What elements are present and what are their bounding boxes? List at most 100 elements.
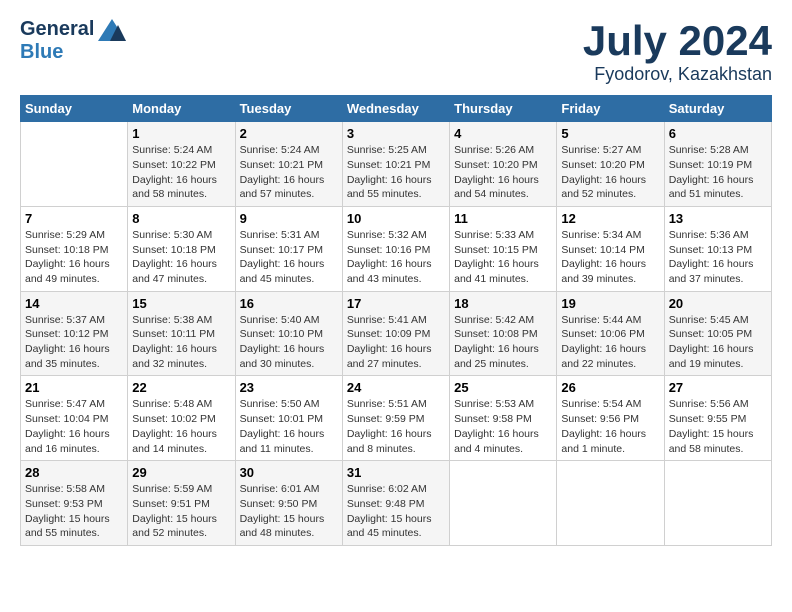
day-cell: 31 Sunrise: 6:02 AM Sunset: 9:48 PM Dayli…: [342, 461, 449, 546]
day-cell: [557, 461, 664, 546]
day-info: Sunrise: 5:42 AM Sunset: 10:08 PM Daylig…: [454, 313, 552, 372]
day-info: Sunrise: 5:41 AM Sunset: 10:09 PM Daylig…: [347, 313, 445, 372]
day-cell: 29 Sunrise: 5:59 AM Sunset: 9:51 PM Dayli…: [128, 461, 235, 546]
day-cell: [21, 122, 128, 207]
day-info: Sunrise: 5:30 AM Sunset: 10:18 PM Daylig…: [132, 228, 230, 287]
col-tuesday: Tuesday: [235, 96, 342, 122]
day-cell: 7 Sunrise: 5:29 AM Sunset: 10:18 PM Dayli…: [21, 206, 128, 291]
day-cell: 17 Sunrise: 5:41 AM Sunset: 10:09 PM Dayl…: [342, 291, 449, 376]
week-row-5: 28 Sunrise: 5:58 AM Sunset: 9:53 PM Dayli…: [21, 461, 772, 546]
day-info: Sunrise: 5:34 AM Sunset: 10:14 PM Daylig…: [561, 228, 659, 287]
day-cell: 1 Sunrise: 5:24 AM Sunset: 10:22 PM Dayli…: [128, 122, 235, 207]
day-cell: 15 Sunrise: 5:38 AM Sunset: 10:11 PM Dayl…: [128, 291, 235, 376]
week-row-4: 21Sunrise: 5:47 AM Sunset: 10:04 PM Dayl…: [21, 376, 772, 461]
logo-general-text: General: [20, 18, 94, 41]
day-cell: 30Sunrise: 6:01 AM Sunset: 9:50 PM Dayli…: [235, 461, 342, 546]
day-info: Sunrise: 5:50 AM Sunset: 10:01 PM Daylig…: [240, 397, 338, 456]
logo-icon: [98, 19, 126, 41]
day-info: Sunrise: 5:53 AM Sunset: 9:58 PM Dayligh…: [454, 397, 552, 456]
day-number: 7: [25, 211, 123, 226]
day-number: 24: [347, 380, 445, 395]
day-info: Sunrise: 5:54 AM Sunset: 9:56 PM Dayligh…: [561, 397, 659, 456]
day-info: Sunrise: 5:38 AM Sunset: 10:11 PM Daylig…: [132, 313, 230, 372]
day-number: 22: [132, 380, 230, 395]
day-number: 1: [132, 126, 230, 141]
calendar-table: Sunday Monday Tuesday Wednesday Thursday…: [20, 95, 772, 546]
day-cell: 19Sunrise: 5:44 AM Sunset: 10:06 PM Dayl…: [557, 291, 664, 376]
day-cell: 13Sunrise: 5:36 AM Sunset: 10:13 PM Dayl…: [664, 206, 771, 291]
day-number: 29: [132, 465, 230, 480]
day-info: Sunrise: 6:02 AM Sunset: 9:48 PM Dayligh…: [347, 482, 445, 541]
day-info: Sunrise: 5:51 AM Sunset: 9:59 PM Dayligh…: [347, 397, 445, 456]
day-cell: 25Sunrise: 5:53 AM Sunset: 9:58 PM Dayli…: [450, 376, 557, 461]
day-number: 17: [347, 296, 445, 311]
logo-blue-text: Blue: [20, 41, 63, 64]
day-info: Sunrise: 5:24 AM Sunset: 10:22 PM Daylig…: [132, 143, 230, 202]
week-row-3: 14 Sunrise: 5:37 AM Sunset: 10:12 PM Dayl…: [21, 291, 772, 376]
day-cell: 4 Sunrise: 5:26 AM Sunset: 10:20 PM Dayli…: [450, 122, 557, 207]
col-saturday: Saturday: [664, 96, 771, 122]
day-cell: 11 Sunrise: 5:33 AM Sunset: 10:15 PM Dayl…: [450, 206, 557, 291]
day-number: 27: [669, 380, 767, 395]
day-number: 4: [454, 126, 552, 141]
day-number: 31: [347, 465, 445, 480]
day-number: 14: [25, 296, 123, 311]
day-info: Sunrise: 5:48 AM Sunset: 10:02 PM Daylig…: [132, 397, 230, 456]
day-cell: 16Sunrise: 5:40 AM Sunset: 10:10 PM Dayl…: [235, 291, 342, 376]
day-info: Sunrise: 5:26 AM Sunset: 10:20 PM Daylig…: [454, 143, 552, 202]
day-info: Sunrise: 5:24 AM Sunset: 10:21 PM Daylig…: [240, 143, 338, 202]
day-info: Sunrise: 5:31 AM Sunset: 10:17 PM Daylig…: [240, 228, 338, 287]
day-number: 6: [669, 126, 767, 141]
day-number: 23: [240, 380, 338, 395]
day-cell: 21Sunrise: 5:47 AM Sunset: 10:04 PM Dayl…: [21, 376, 128, 461]
page: General Blue July 2024 Fyodorov, Kazakhs…: [0, 0, 792, 556]
day-number: 20: [669, 296, 767, 311]
logo: General Blue: [20, 18, 126, 64]
day-info: Sunrise: 5:27 AM Sunset: 10:20 PM Daylig…: [561, 143, 659, 202]
day-info: Sunrise: 5:47 AM Sunset: 10:04 PM Daylig…: [25, 397, 123, 456]
day-cell: 6 Sunrise: 5:28 AM Sunset: 10:19 PM Dayli…: [664, 122, 771, 207]
day-info: Sunrise: 5:58 AM Sunset: 9:53 PM Dayligh…: [25, 482, 123, 541]
day-info: Sunrise: 5:59 AM Sunset: 9:51 PM Dayligh…: [132, 482, 230, 541]
col-sunday: Sunday: [21, 96, 128, 122]
col-friday: Friday: [557, 96, 664, 122]
day-info: Sunrise: 5:37 AM Sunset: 10:12 PM Daylig…: [25, 313, 123, 372]
col-wednesday: Wednesday: [342, 96, 449, 122]
header-row: Sunday Monday Tuesday Wednesday Thursday…: [21, 96, 772, 122]
day-number: 28: [25, 465, 123, 480]
day-number: 30: [240, 465, 338, 480]
day-number: 9: [240, 211, 338, 226]
day-info: Sunrise: 5:28 AM Sunset: 10:19 PM Daylig…: [669, 143, 767, 202]
day-cell: 26Sunrise: 5:54 AM Sunset: 9:56 PM Dayli…: [557, 376, 664, 461]
day-number: 15: [132, 296, 230, 311]
day-cell: 18Sunrise: 5:42 AM Sunset: 10:08 PM Dayl…: [450, 291, 557, 376]
day-number: 8: [132, 211, 230, 226]
day-number: 11: [454, 211, 552, 226]
col-thursday: Thursday: [450, 96, 557, 122]
day-info: Sunrise: 5:32 AM Sunset: 10:16 PM Daylig…: [347, 228, 445, 287]
day-number: 2: [240, 126, 338, 141]
day-cell: 14 Sunrise: 5:37 AM Sunset: 10:12 PM Dayl…: [21, 291, 128, 376]
day-info: Sunrise: 5:29 AM Sunset: 10:18 PM Daylig…: [25, 228, 123, 287]
day-info: Sunrise: 5:33 AM Sunset: 10:15 PM Daylig…: [454, 228, 552, 287]
title-block: July 2024 Fyodorov, Kazakhstan: [583, 18, 772, 85]
day-cell: [664, 461, 771, 546]
day-number: 10: [347, 211, 445, 226]
day-cell: 20 Sunrise: 5:45 AM Sunset: 10:05 PM Dayl…: [664, 291, 771, 376]
day-cell: 10 Sunrise: 5:32 AM Sunset: 10:16 PM Dayl…: [342, 206, 449, 291]
day-info: Sunrise: 5:56 AM Sunset: 9:55 PM Dayligh…: [669, 397, 767, 456]
day-cell: 24 Sunrise: 5:51 AM Sunset: 9:59 PM Dayli…: [342, 376, 449, 461]
day-number: 13: [669, 211, 767, 226]
day-cell: 23 Sunrise: 5:50 AM Sunset: 10:01 PM Dayl…: [235, 376, 342, 461]
day-cell: 12 Sunrise: 5:34 AM Sunset: 10:14 PM Dayl…: [557, 206, 664, 291]
day-number: 12: [561, 211, 659, 226]
day-info: Sunrise: 5:40 AM Sunset: 10:10 PM Daylig…: [240, 313, 338, 372]
day-cell: 2 Sunrise: 5:24 AM Sunset: 10:21 PM Dayli…: [235, 122, 342, 207]
day-info: Sunrise: 5:45 AM Sunset: 10:05 PM Daylig…: [669, 313, 767, 372]
day-cell: 28 Sunrise: 5:58 AM Sunset: 9:53 PM Dayli…: [21, 461, 128, 546]
header: General Blue July 2024 Fyodorov, Kazakhs…: [20, 18, 772, 85]
month-year-title: July 2024: [583, 18, 772, 64]
location-title: Fyodorov, Kazakhstan: [583, 64, 772, 85]
day-cell: [450, 461, 557, 546]
week-row-1: 1 Sunrise: 5:24 AM Sunset: 10:22 PM Dayli…: [21, 122, 772, 207]
